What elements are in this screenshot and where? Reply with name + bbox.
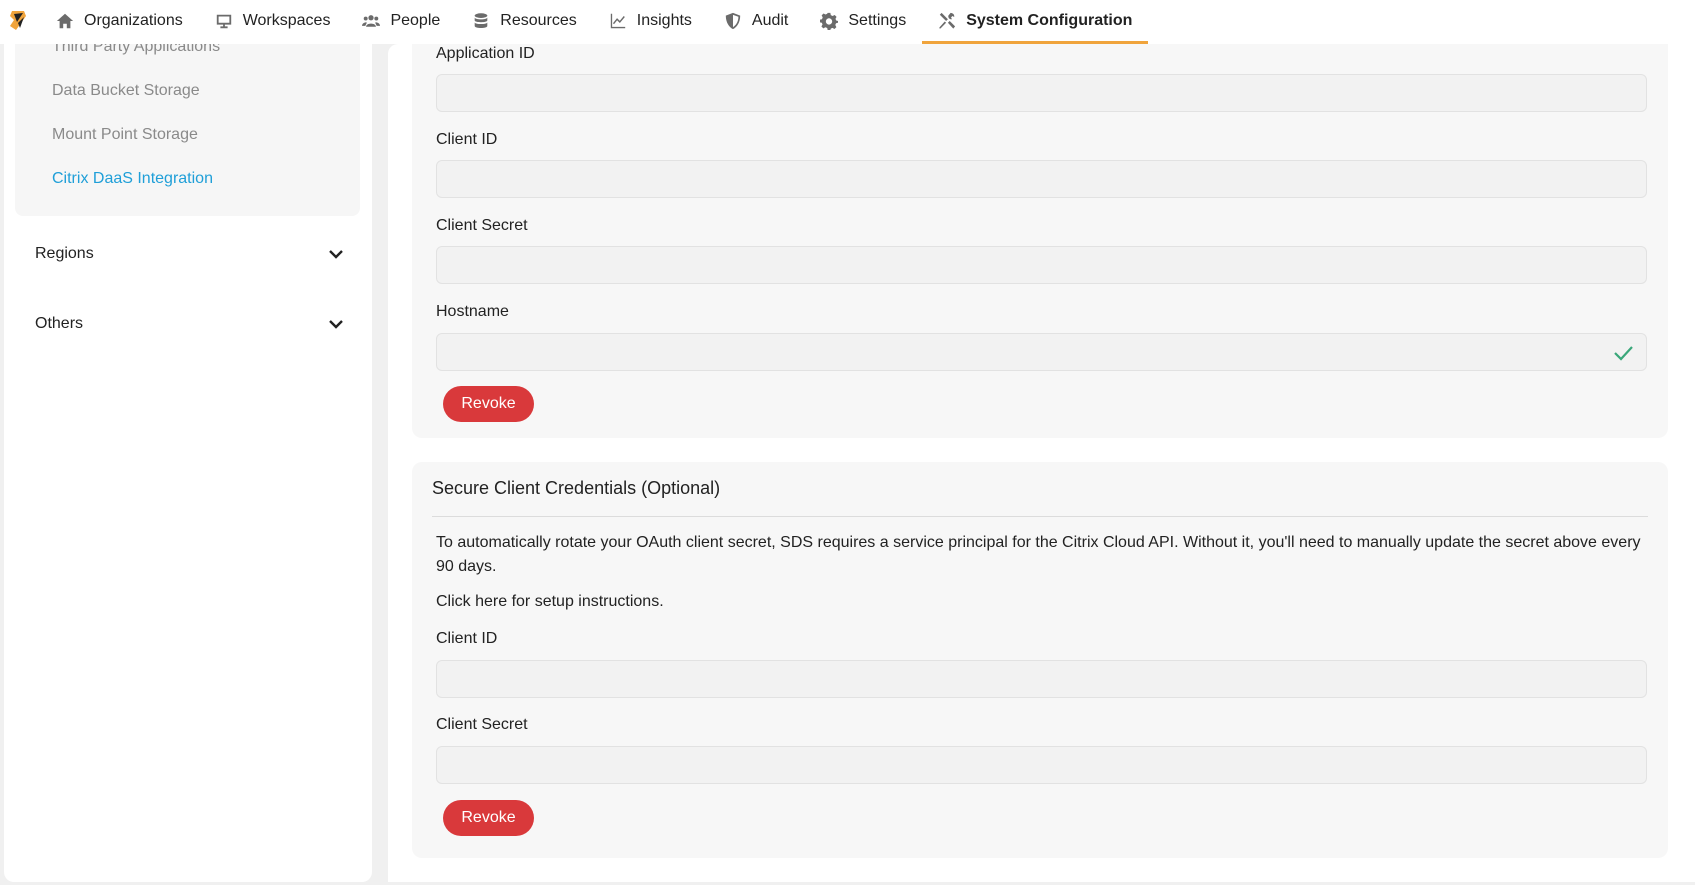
client-secret-field[interactable] [436,246,1647,284]
hostname-input[interactable] [437,334,1646,370]
setup-instructions-link[interactable]: Click here for setup instructions. [436,590,1651,614]
application-id-label: Application ID [436,45,535,62]
hostname-label: Hostname [436,303,509,320]
section-label: Others [35,315,84,332]
nav-item-label: Settings [848,11,907,29]
chevron-down-icon [329,250,343,259]
section-others[interactable]: Others [35,309,345,339]
nav-item-label: Audit [751,11,789,29]
nav-item-people[interactable]: People [346,0,456,44]
app-logo-icon[interactable] [8,8,28,32]
nav-item-workspaces[interactable]: Workspaces [199,0,347,44]
application-id-input[interactable] [437,75,1646,111]
client-secret-label: Client Secret [436,217,528,234]
nav-item-insights[interactable]: Insights [593,0,708,44]
description-text: To automatically rotate your OAuth clien… [436,534,1641,575]
revoke-button[interactable]: Revoke [443,800,534,836]
main-content: Application ID Client ID Client Secret H… [388,44,1695,882]
section-label: Regions [35,245,94,262]
application-id-field[interactable] [436,74,1647,112]
check-icon [1614,346,1633,361]
sub-item-citrix-daas-integration[interactable]: Citrix DaaS Integration [52,170,213,188]
nav-item-label: People [390,11,441,29]
nav-item-label: Workspaces [242,11,331,29]
top-navigation: Organizations Workspaces People Resource… [0,0,1695,44]
chart-line-icon [610,13,625,28]
client-secret-input[interactable] [437,247,1646,283]
nav-item-system-configuration[interactable]: System Configuration [922,0,1149,44]
shield-icon [725,12,741,29]
section-regions[interactable]: Regions [35,239,345,269]
monitor-icon [216,14,231,28]
nav-item-label: Insights [636,11,692,29]
secure-credentials-card: Secure Client Credentials (Optional) To … [412,462,1668,858]
nav-item-audit[interactable]: Audit [708,0,804,44]
sub-menu: Third Party Applications Data Bucket Sto… [15,44,360,216]
nav-item-label: System Configuration [966,11,1133,29]
revoke-button[interactable]: Revoke [443,386,534,422]
secure-client-id-input[interactable] [437,661,1646,697]
nav-items: Organizations Workspaces People Resource… [40,0,1149,44]
left-sidebar: Third Party Applications Data Bucket Sto… [4,44,372,882]
sub-item-third-party-applications[interactable]: Third Party Applications [52,44,220,56]
client-id-input[interactable] [437,161,1646,197]
client-id-label: Client ID [436,131,498,148]
home-icon [56,13,74,28]
tools-icon [939,12,956,29]
divider [432,516,1648,517]
client-id-field[interactable] [436,160,1647,198]
nav-item-organizations[interactable]: Organizations [40,0,199,44]
sub-item-data-bucket-storage[interactable]: Data Bucket Storage [52,82,200,100]
database-icon [474,12,488,28]
secure-client-secret-field[interactable] [436,746,1647,784]
secure-client-id-field[interactable] [436,660,1647,698]
gear-icon [820,12,839,30]
nav-item-resources[interactable]: Resources [456,0,592,44]
sub-item-mount-point-storage[interactable]: Mount Point Storage [52,126,198,144]
hostname-field[interactable] [436,333,1647,371]
chevron-down-icon [329,320,343,329]
secure-client-id-label: Client ID [436,630,498,647]
nav-item-settings[interactable]: Settings [804,0,922,44]
card-title: Secure Client Credentials (Optional) [432,478,721,498]
nav-item-label: Resources [500,11,577,29]
citrix-integration-card: Application ID Client ID Client Secret H… [412,44,1668,438]
secure-client-secret-input[interactable] [437,747,1646,783]
people-icon [362,14,381,27]
nav-item-label: Organizations [84,11,183,29]
secure-client-secret-label: Client Secret [436,716,528,733]
